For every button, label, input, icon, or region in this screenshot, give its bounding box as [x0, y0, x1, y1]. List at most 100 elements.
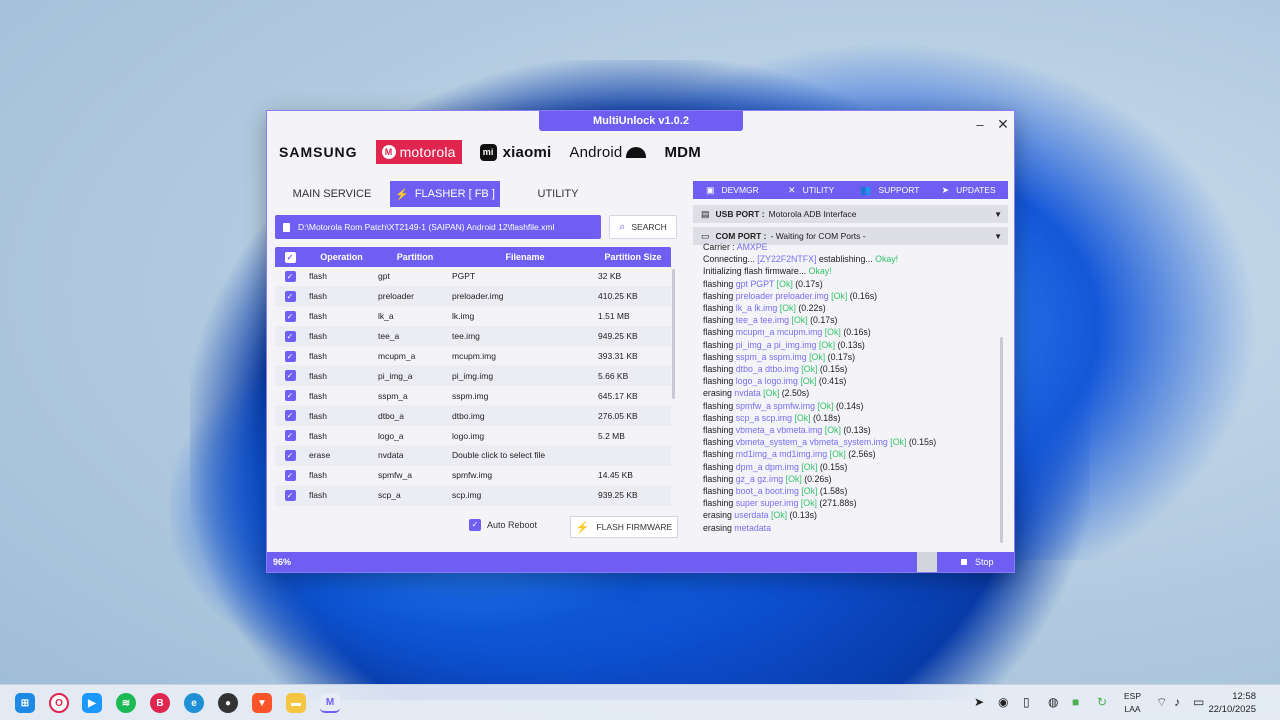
obs-icon[interactable]: ●	[218, 693, 238, 713]
volume-icon[interactable]: ♪	[1174, 695, 1180, 709]
edge-icon[interactable]: e	[184, 693, 204, 713]
row-checkbox[interactable]: ✓	[284, 489, 296, 501]
prime-video-icon[interactable]: ▶	[82, 693, 102, 713]
table-row[interactable]: ✓ flash mcupm_a mcupm.img 393.31 KB	[275, 347, 671, 367]
row-checkbox[interactable]: ✓	[284, 390, 296, 402]
tab-devmgr[interactable]: ▣ DEVMGR	[693, 185, 772, 196]
tray-app-icon[interactable]: ◉	[998, 695, 1008, 709]
log-segment: lk_a lk.img	[735, 303, 778, 314]
row-checkbox[interactable]: ✓	[284, 469, 296, 481]
table-row[interactable]: ✓ flash spmfw_a spmfw.img 14.45 KB	[275, 466, 671, 486]
flash-firmware-button[interactable]: ⚡ FLASH FIRMWARE	[570, 516, 678, 538]
brave-icon[interactable]: ▼	[252, 693, 272, 713]
usb-drive-icon[interactable]: ▯	[1023, 695, 1030, 709]
log-segment: dtbo_a dtbo.img	[735, 364, 799, 375]
minimize-button[interactable]: –	[969, 114, 991, 134]
table-row[interactable]: ✓ flash dtbo_a dtbo.img 276.05 KB	[275, 406, 671, 427]
cell-size: 5.66 KB	[598, 370, 629, 381]
usb-port-select[interactable]: ▤ USB PORT : Motorola ADB Interface ▼	[693, 205, 1008, 223]
cell-operation: flash	[309, 351, 327, 361]
row-checkbox[interactable]: ✓	[284, 410, 296, 422]
log-segment: (0.26s)	[801, 473, 832, 484]
tab-updates-label: UPDATES	[956, 185, 996, 195]
table-row[interactable]: ✓ flash tee_a tee.img 949.25 KB	[275, 326, 671, 347]
table-row[interactable]: ✓ flash gpt PGPT 32 KB	[275, 267, 671, 287]
cell-filename: logo.img	[452, 430, 485, 441]
tab-support[interactable]: 👥 SUPPORT	[851, 185, 930, 196]
opera-icon[interactable]: O	[49, 693, 69, 713]
select-all-checkbox[interactable]: ✓	[284, 251, 296, 263]
log-segment: logo_a logo.img	[735, 376, 798, 387]
table-row[interactable]: ✓ flash lk_a lk.img 1.51 MB	[275, 307, 671, 327]
sync-icon[interactable]: ↻	[1097, 695, 1107, 709]
log-line: flashing super super.img [Ok] (271.88s)	[703, 497, 1003, 509]
row-checkbox[interactable]: ✓	[284, 350, 296, 362]
flash-file-path-text: D:\Motorola Rom Patch\XT2149-1 (SAIPAN) …	[298, 222, 555, 232]
log-scrollbar[interactable]	[1000, 337, 1003, 543]
auto-reboot-toggle[interactable]: ✓ Auto Reboot	[469, 519, 537, 531]
language-indicator[interactable]: ESP LAA	[1124, 690, 1141, 716]
network-tray-icon[interactable]: ◍	[1048, 695, 1058, 709]
row-checkbox[interactable]: ✓	[284, 290, 296, 302]
log-segment: [Ok]	[798, 461, 818, 472]
log-segment: flashing	[703, 437, 736, 448]
bolt-icon: ⚡	[395, 188, 409, 201]
row-checkbox[interactable]: ✓	[284, 449, 296, 461]
clock[interactable]: 12:58 22/10/2025	[1208, 690, 1256, 716]
spotify-icon[interactable]: ≋	[116, 693, 136, 713]
usb-port-value: Motorola ADB Interface	[768, 209, 857, 219]
row-checkbox[interactable]: ✓	[284, 370, 296, 382]
cell-partition: pi_img_a	[378, 370, 413, 381]
row-checkbox[interactable]: ✓	[284, 270, 296, 282]
cell-partition: tee_a	[378, 331, 400, 342]
auto-reboot-checkbox[interactable]: ✓	[469, 519, 481, 531]
brand-mdm[interactable]: MDM	[664, 144, 700, 161]
brand-samsung[interactable]: SAMSUNG	[279, 144, 358, 160]
stop-button[interactable]: Stop	[961, 552, 994, 572]
tab-utility-right[interactable]: ✕ UTILITY	[772, 185, 851, 196]
flash-file-path[interactable]: D:\Motorola Rom Patch\XT2149-1 (SAIPAN) …	[275, 215, 601, 239]
log-segment: flashing	[703, 327, 736, 338]
table-row[interactable]: ✓ flash preloader preloader.img 410.25 KB	[275, 286, 671, 307]
log-segment: gz_a gz.img	[735, 473, 784, 484]
search-button[interactable]: ⌕ SEARCH	[609, 215, 677, 239]
table-row[interactable]: ✓ flash logo_a logo.img 5.2 MB	[275, 426, 671, 447]
row-checkbox[interactable]: ✓	[284, 430, 296, 442]
cell-filename: lk.img	[452, 311, 475, 322]
row-checkbox[interactable]: ✓	[284, 310, 296, 322]
tab-utility[interactable]: UTILITY	[503, 181, 613, 207]
log-segment: [Ok]	[777, 303, 796, 314]
log-line: flashing scp_a scp.img [Ok] (0.18s)	[703, 412, 1003, 424]
nvidia-icon[interactable]: ■	[1072, 695, 1079, 709]
windows-start-icon[interactable]: ⊞	[15, 693, 35, 713]
brand-xiaomi[interactable]: mi xiaomi	[479, 143, 552, 161]
log-segment: (0.22s)	[795, 303, 826, 314]
telegram-icon[interactable]: ➤	[974, 695, 984, 709]
table-row[interactable]: ✓ flash sspm_a sspm.img 645.17 KB	[275, 386, 671, 407]
close-button[interactable]: ✕	[992, 114, 1014, 134]
battery-icon[interactable]: ▭	[1193, 695, 1204, 709]
brand-android[interactable]: Android	[569, 144, 647, 161]
table-row[interactable]: ✓ erase nvdata Double click to select file	[275, 446, 671, 466]
log-segment: (1.58s)	[817, 486, 848, 497]
wifi-icon[interactable]: ⌔	[1156, 695, 1167, 710]
brand-motorola[interactable]: Mmotorola	[375, 140, 462, 164]
log-line: erasing nvdata [Ok] (2.50s)	[703, 387, 1003, 399]
table-row[interactable]: ✓ flash scp_a scp.img 939.25 KB	[275, 485, 671, 506]
row-checkbox-cell: ✓	[275, 350, 305, 362]
table-row[interactable]: ✓ flash pi_img_a pi_img.img 5.66 KB	[275, 366, 671, 387]
file-explorer-icon[interactable]: ▬	[286, 693, 306, 713]
log-segment: scp_a scp.img	[735, 412, 792, 423]
cell-operation: flash	[309, 390, 327, 401]
log-segment: Okay!	[808, 266, 832, 277]
tab-main-service[interactable]: MAIN SERVICE	[277, 181, 387, 207]
tab-flasher[interactable]: ⚡ FLASHER [ FB ]	[390, 181, 500, 207]
tab-updates[interactable]: ➤ UPDATES	[929, 185, 1008, 196]
row-checkbox[interactable]: ✓	[284, 330, 296, 342]
app-red-icon[interactable]: B	[150, 693, 170, 713]
log-line: flashing dtbo_a dtbo.img [Ok] (0.15s)	[703, 363, 1003, 375]
header-partition-size: Partition Size	[604, 252, 662, 262]
multiunlock-icon[interactable]: M	[320, 693, 340, 713]
log-line: flashing lk_a lk.img [Ok] (0.22s)	[703, 302, 1003, 314]
table-scrollbar[interactable]	[672, 269, 675, 399]
